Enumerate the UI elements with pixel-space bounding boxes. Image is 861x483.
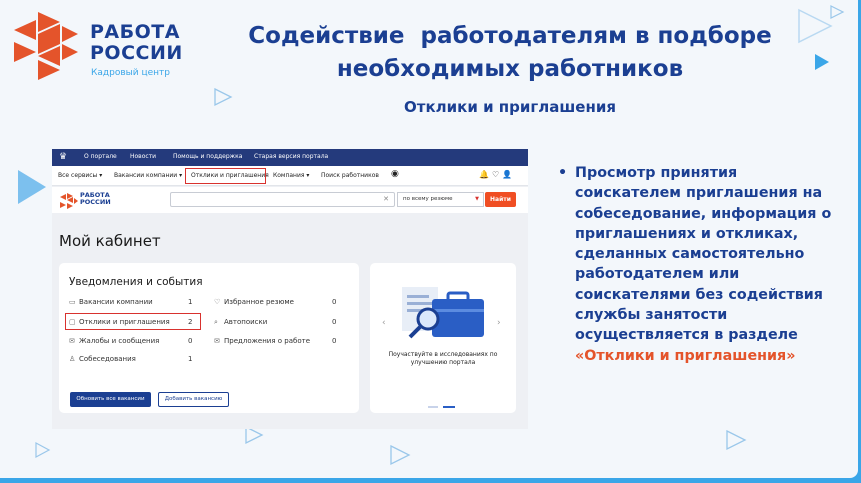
title-line1: Содействие работодателям в подборе bbox=[248, 23, 772, 49]
portal-navbar: Все сервисы ▾ Вакансии компании ▾ Отклик… bbox=[52, 166, 528, 186]
research-illustration-icon bbox=[402, 287, 484, 339]
bullet-dot-icon: • bbox=[558, 165, 568, 181]
clear-icon[interactable]: ✕ bbox=[383, 195, 389, 203]
cabinet-title: Мой кабинет bbox=[59, 232, 161, 250]
logo-mark-icon bbox=[60, 193, 78, 209]
notifications-card: Уведомления и события ▭ Вакансии компании… bbox=[59, 263, 359, 413]
triangle-outline-icon bbox=[35, 441, 51, 459]
notif-item-complaints[interactable]: ✉ Жалобы и сообщения bbox=[69, 337, 159, 345]
notif-count: 0 bbox=[188, 337, 193, 345]
logo-line1: РАБОТА bbox=[90, 21, 180, 43]
people-icon: ♙ bbox=[69, 355, 76, 363]
topbar-link[interactable]: О портале bbox=[84, 153, 117, 160]
slide-subtitle: Отклики и приглашения bbox=[404, 98, 616, 116]
notif-item-vacancies[interactable]: ▭ Вакансии компании bbox=[69, 298, 153, 306]
chevron-left-icon[interactable]: ‹ bbox=[382, 318, 386, 328]
triangle-filled-icon bbox=[18, 170, 46, 204]
search-scope-select[interactable]: по всему резюме ▼ bbox=[397, 192, 484, 207]
nav-company[interactable]: Компания ▾ bbox=[273, 172, 309, 179]
notif-count: 0 bbox=[332, 318, 337, 326]
emblem-icon: ♛ bbox=[59, 152, 68, 162]
notif-count: 0 bbox=[332, 298, 337, 306]
mail-icon: ✉ bbox=[214, 337, 220, 345]
logo-tagline: Кадровый центр bbox=[91, 68, 170, 78]
eye-icon[interactable]: ◉ bbox=[391, 169, 399, 179]
portal-topbar: ♛ О портале Новости Помощь и поддержка С… bbox=[52, 149, 528, 166]
portal-screenshot: ♛ О портале Новости Помощь и поддержка С… bbox=[52, 149, 528, 429]
notif-item-autosearch[interactable]: ⌕ Автопоиски bbox=[214, 318, 267, 327]
promo-caption: Поучаствуйте в исследованиях по улучшени… bbox=[388, 351, 498, 366]
triangle-cluster-icon bbox=[798, 5, 845, 70]
title-line2: необходимых работников bbox=[336, 56, 684, 82]
triangle-outline-icon bbox=[214, 87, 233, 107]
promo-card: ‹ › Поучаствуйте в исследованиях по улуч… bbox=[370, 263, 516, 413]
notifications-heading: Уведомления и события bbox=[69, 276, 203, 288]
notif-item-interviews[interactable]: ♙ Собеседования bbox=[69, 355, 136, 363]
mail-icon: ✉ bbox=[69, 337, 75, 345]
logo-mark-icon bbox=[14, 12, 78, 80]
logo-line2: РОССИИ bbox=[90, 42, 183, 64]
rabota-rossii-logo: РАБОТА РОССИИ Кадровый центр bbox=[14, 12, 214, 84]
mini-logo-text: РАБОТА РОССИИ bbox=[80, 191, 111, 206]
triangle-outline-icon bbox=[390, 444, 411, 466]
search-icon: ⌕ bbox=[214, 318, 218, 326]
chevron-down-icon: ▼ bbox=[475, 196, 479, 202]
briefcase-icon: ▭ bbox=[69, 298, 76, 306]
find-button[interactable]: Найти bbox=[485, 192, 516, 207]
notif-count: 1 bbox=[188, 298, 193, 306]
topbar-link[interactable]: Новости bbox=[130, 153, 156, 160]
notif-item-job-offers[interactable]: ✉ Предложения о работе bbox=[214, 337, 310, 345]
search-input[interactable]: ✕ bbox=[170, 192, 395, 207]
nav-company-vacancies[interactable]: Вакансии компании ▾ bbox=[114, 172, 182, 179]
notif-item-favorites[interactable]: ♡ Избранное резюме bbox=[214, 298, 294, 306]
heart-icon: ♡ bbox=[214, 298, 221, 306]
nav-search-workers[interactable]: Поиск работников bbox=[321, 172, 379, 179]
bullet-text: Просмотр принятия соискателем приглашени… bbox=[575, 165, 832, 364]
slide-title: Содействие работодателям в подборе необх… bbox=[210, 20, 810, 86]
notif-count: 1 bbox=[188, 355, 193, 363]
slide: РАБОТА РОССИИ Кадровый центр Содействие … bbox=[0, 0, 858, 478]
carousel-dots[interactable] bbox=[428, 405, 458, 409]
responses-highlight-frame bbox=[65, 313, 201, 330]
section-name-highlight: «Отклики и приглашения» bbox=[575, 347, 796, 364]
portal-header: РАБОТА РОССИИ ✕ по всему резюме ▼ Найти bbox=[52, 187, 528, 213]
user-actions-icons[interactable]: 🔔♡👤 bbox=[479, 170, 515, 179]
nav-all-services[interactable]: Все сервисы ▾ bbox=[58, 172, 102, 179]
topbar-link[interactable]: Помощь и поддержка bbox=[173, 153, 242, 160]
notif-count: 0 bbox=[332, 337, 337, 345]
triangle-outline-icon bbox=[726, 429, 747, 451]
update-vacancies-button[interactable]: Обновить все вакансии bbox=[70, 392, 151, 407]
add-vacancy-button[interactable]: Добавить вакансию bbox=[158, 392, 229, 407]
chevron-right-icon[interactable]: › bbox=[497, 318, 501, 328]
topbar-link[interactable]: Старая версия портала bbox=[254, 153, 328, 160]
nav-highlight-frame bbox=[185, 168, 266, 184]
